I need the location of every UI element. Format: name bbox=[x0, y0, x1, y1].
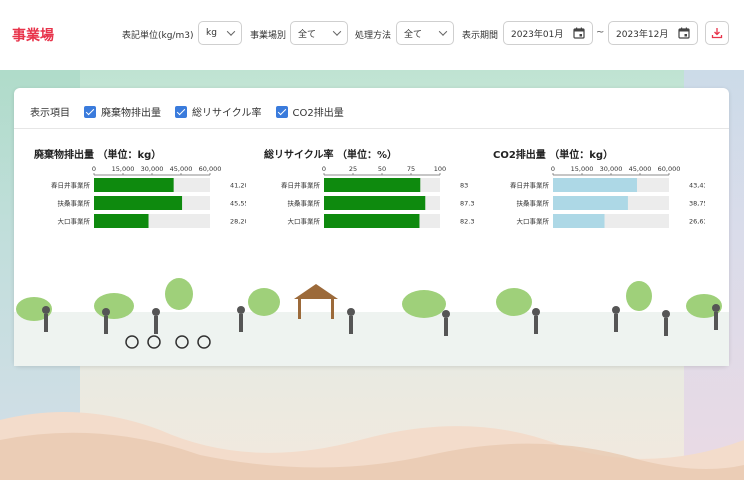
tick-label: 0 bbox=[322, 165, 326, 173]
value-label: 87.3 bbox=[460, 200, 474, 208]
checkbox-label: CO2排出量 bbox=[292, 108, 344, 119]
site-type-select-value: 全て bbox=[298, 29, 317, 40]
tick-label: 0 bbox=[551, 165, 555, 173]
calendar-icon[interactable] bbox=[573, 27, 585, 39]
value-label: 83 bbox=[460, 182, 468, 190]
checkbox-recycle-rate[interactable]: 総リサイクル率 bbox=[175, 104, 262, 119]
period-start-value: 2023年01月 bbox=[511, 29, 564, 40]
tick-label: 25 bbox=[349, 165, 357, 173]
page-title: 事業場 bbox=[12, 28, 54, 44]
checkbox-label: 廃棄物排出量 bbox=[101, 108, 161, 119]
bar bbox=[553, 178, 637, 192]
chart-title-waste: 廃棄物排出量 （単位：kg） bbox=[34, 150, 162, 161]
category-label: 春日井事業所 bbox=[510, 181, 550, 190]
chevron-down-icon bbox=[226, 27, 236, 36]
tick-label: 30,000 bbox=[141, 165, 164, 173]
tick-label: 100 bbox=[434, 165, 446, 173]
bar bbox=[324, 214, 420, 228]
category-label: 大口事業所 bbox=[517, 217, 550, 226]
chevron-down-icon bbox=[332, 27, 342, 36]
bar bbox=[553, 214, 605, 228]
category-label: 扶桑事業所 bbox=[288, 199, 321, 208]
bar bbox=[94, 214, 149, 228]
checkbox-checked-icon[interactable] bbox=[175, 105, 187, 118]
chart-title-recycle: 総リサイクル率 （単位：%） bbox=[264, 150, 398, 161]
value-label: 82.3 bbox=[460, 218, 474, 226]
tick-label: 15,000 bbox=[112, 165, 135, 173]
top-bar: 事業場 表記単位(kg/m3) kg 事業場別 全て 処理方法 全て 表示期間 … bbox=[0, 0, 744, 70]
period-end-value: 2023年12月 bbox=[616, 29, 669, 40]
site-type-select[interactable]: 全て bbox=[290, 21, 348, 45]
checkbox-label: 総リサイクル率 bbox=[192, 108, 262, 119]
category-label: 春日井事業所 bbox=[281, 181, 321, 190]
tick-label: 0 bbox=[92, 165, 96, 173]
tick-label: 75 bbox=[407, 165, 415, 173]
chart-waste: 0 15,000 30,000 45,000 60,000 春日井事業所 41,200 扶桑事… bbox=[51, 165, 246, 228]
category-label: 大口事業所 bbox=[58, 217, 91, 226]
tick-label: 50 bbox=[378, 165, 386, 173]
display-items-row: 表示項目 廃棄物排出量 総リサイクル率 CO2排出量 bbox=[30, 104, 344, 119]
tick-label: 30,000 bbox=[600, 165, 623, 173]
period-end-input[interactable]: 2023年12月 bbox=[608, 21, 698, 45]
tick-label: 60,000 bbox=[199, 165, 222, 173]
bar bbox=[324, 178, 421, 192]
bar bbox=[94, 178, 174, 192]
value-label: 43,435 bbox=[689, 182, 705, 190]
chevron-down-icon bbox=[438, 27, 448, 36]
park-people-illustration bbox=[14, 278, 729, 366]
checkbox-waste[interactable]: 廃棄物排出量 bbox=[84, 104, 161, 119]
checkbox-co2[interactable]: CO2排出量 bbox=[275, 104, 344, 119]
value-label: 45,550 bbox=[230, 200, 246, 208]
method-select[interactable]: 全て bbox=[396, 21, 454, 45]
value-label: 28,200 bbox=[230, 218, 246, 226]
value-label: 41,200 bbox=[230, 182, 246, 190]
checkbox-checked-icon[interactable] bbox=[275, 105, 288, 118]
bar bbox=[324, 196, 426, 210]
method-select-value: 全て bbox=[404, 29, 423, 40]
category-label: 大口事業所 bbox=[288, 217, 321, 226]
divider bbox=[14, 128, 729, 129]
chart-title-co2: CO2排出量 （単位：kg） bbox=[493, 150, 614, 161]
download-button[interactable] bbox=[705, 21, 729, 45]
download-icon bbox=[711, 28, 723, 39]
unit-select[interactable]: kg bbox=[198, 21, 242, 45]
tick-label: 45,000 bbox=[170, 165, 193, 173]
category-label: 扶桑事業所 bbox=[58, 199, 91, 208]
checkbox-checked-icon[interactable] bbox=[84, 105, 96, 118]
method-label: 処理方法 bbox=[355, 31, 392, 41]
background-wave bbox=[0, 412, 744, 480]
calendar-icon[interactable] bbox=[678, 27, 690, 39]
dashboard-card: 表示項目 廃棄物排出量 総リサイクル率 CO2排出量 廃棄物排出量 （単位：kg… bbox=[14, 88, 729, 366]
chart-recycle: 0 25 50 75 100 春日井事業所 83 扶桑事業所 87.3 大口事業所 82.3 bbox=[281, 165, 474, 228]
unit-label: 表記単位(kg/m3) bbox=[122, 31, 194, 41]
display-items-label: 表示項目 bbox=[30, 108, 70, 119]
period-label: 表示期間 bbox=[462, 31, 499, 41]
category-label: 扶桑事業所 bbox=[517, 199, 550, 208]
site-type-label: 事業場別 bbox=[250, 31, 287, 41]
tick-label: 45,000 bbox=[629, 165, 652, 173]
chart-co2: 0 15,000 30,000 45,000 60,000 春日井事業所 43,435 扶桑事… bbox=[510, 165, 705, 228]
tick-label: 15,000 bbox=[571, 165, 594, 173]
period-separator: ~ bbox=[596, 27, 605, 38]
unit-select-value: kg bbox=[206, 28, 217, 38]
period-start-input[interactable]: 2023年01月 bbox=[503, 21, 593, 45]
value-label: 38,755 bbox=[689, 200, 705, 208]
bar bbox=[553, 196, 628, 210]
value-label: 26,635 bbox=[689, 218, 705, 226]
bar bbox=[94, 196, 183, 210]
category-label: 春日井事業所 bbox=[51, 181, 91, 190]
tick-label: 60,000 bbox=[658, 165, 681, 173]
